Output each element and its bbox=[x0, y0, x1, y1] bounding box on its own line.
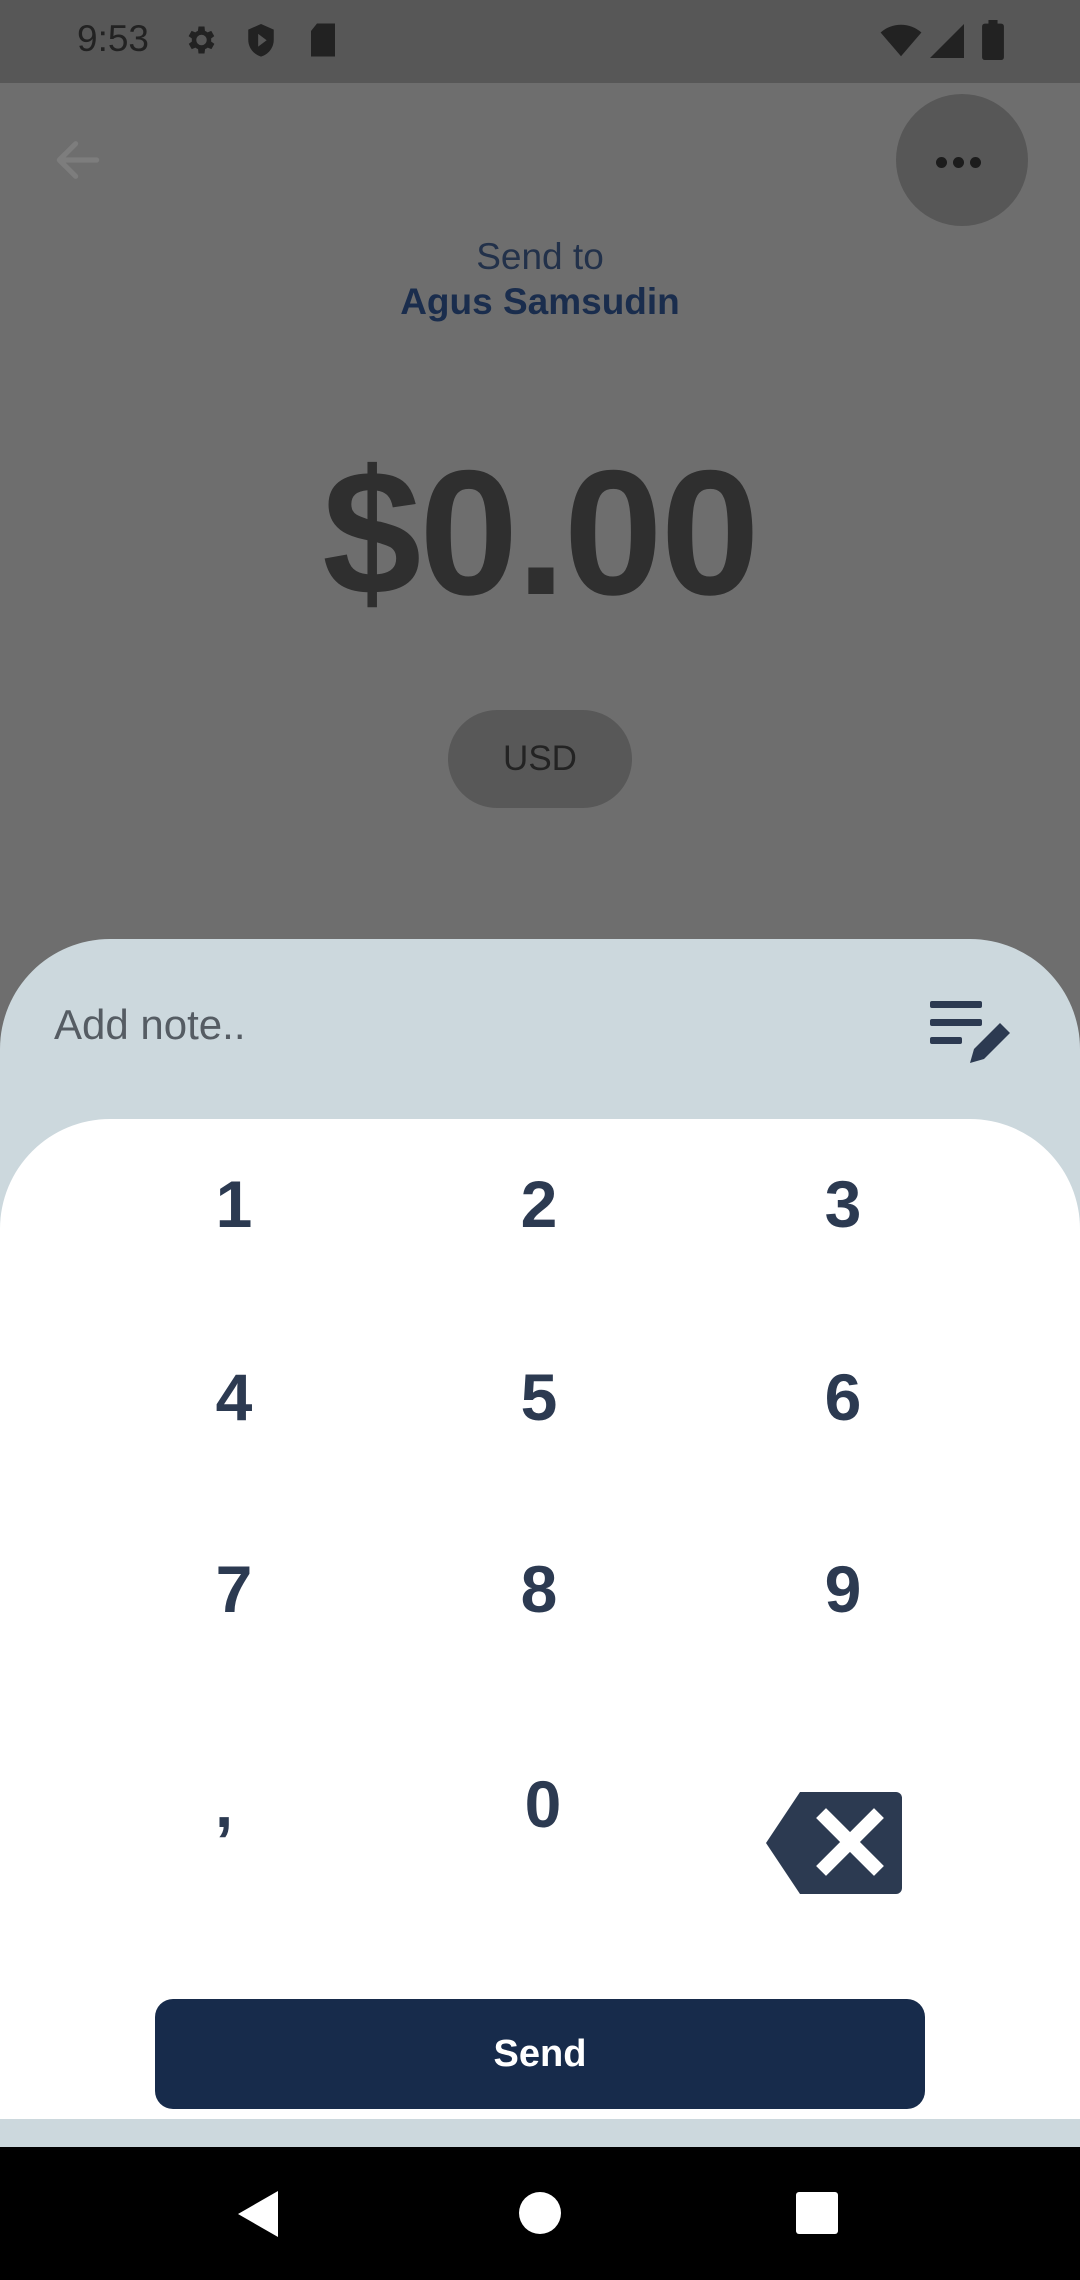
recipient-name: Agus Samsudin bbox=[400, 281, 680, 322]
gear-icon bbox=[182, 22, 218, 63]
key-comma[interactable]: , bbox=[124, 1744, 324, 1864]
key-2[interactable]: 2 bbox=[439, 1144, 639, 1264]
nav-back-icon[interactable] bbox=[236, 2189, 280, 2244]
key-7[interactable]: 7 bbox=[134, 1529, 334, 1649]
send-to-label: Send to bbox=[476, 236, 604, 277]
keypad: 1 2 3 4 5 6 7 8 9 , 0 Send bbox=[0, 1119, 1080, 2119]
key-6[interactable]: 6 bbox=[743, 1337, 943, 1457]
amount-display: $0.00 bbox=[322, 433, 759, 632]
key-9[interactable]: 9 bbox=[743, 1529, 943, 1649]
battery-icon bbox=[982, 20, 1004, 65]
key-8[interactable]: 8 bbox=[439, 1529, 639, 1649]
key-0[interactable]: 0 bbox=[443, 1744, 643, 1864]
sd-card-icon bbox=[308, 22, 338, 63]
backspace-button[interactable] bbox=[764, 1790, 904, 1901]
signal-icon bbox=[930, 24, 964, 63]
key-4[interactable]: 4 bbox=[134, 1337, 334, 1457]
nav-home-icon[interactable] bbox=[518, 2191, 562, 2240]
key-5[interactable]: 5 bbox=[439, 1337, 639, 1457]
status-bar: 9:53 bbox=[0, 0, 1080, 83]
wifi-icon bbox=[880, 24, 922, 63]
back-button[interactable] bbox=[50, 132, 106, 188]
send-button[interactable]: Send bbox=[155, 1999, 925, 2109]
backspace-icon bbox=[766, 1792, 902, 1894]
key-1[interactable]: 1 bbox=[134, 1144, 334, 1264]
currency-selector[interactable]: USD bbox=[448, 710, 632, 808]
edit-note-icon[interactable] bbox=[926, 997, 1016, 1082]
more-horizontal-icon bbox=[936, 155, 987, 173]
arrow-left-icon bbox=[56, 141, 100, 179]
status-time: 9:53 bbox=[77, 18, 150, 59]
shield-icon bbox=[244, 22, 278, 65]
note-input[interactable]: Add note.. bbox=[54, 1001, 245, 1049]
navigation-bar bbox=[0, 2147, 1080, 2280]
note-sheet: Add note.. 1 2 3 4 5 6 7 8 9 , 0 Send bbox=[0, 939, 1080, 2149]
key-3[interactable]: 3 bbox=[743, 1144, 943, 1264]
more-options-button[interactable] bbox=[896, 94, 1028, 226]
nav-recents-icon[interactable] bbox=[796, 2192, 838, 2239]
